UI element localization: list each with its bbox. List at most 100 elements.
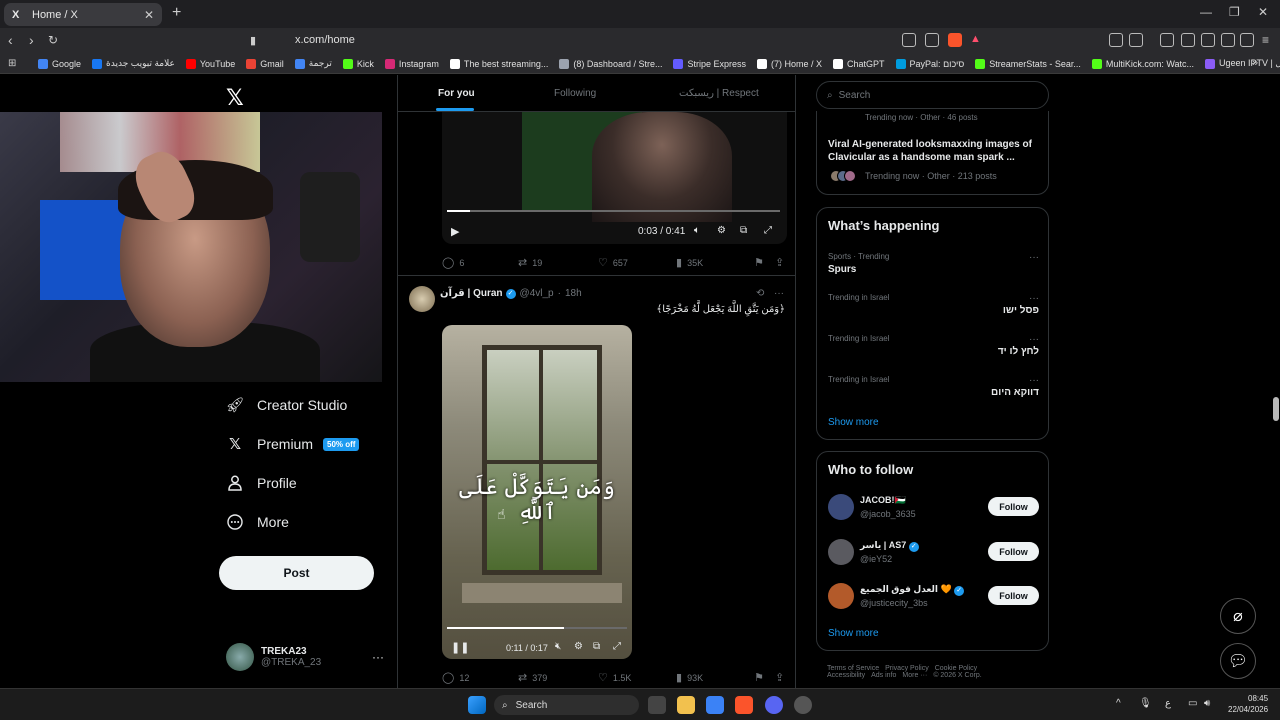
cast-icon[interactable] [902,33,916,47]
grok-icon[interactable]: ⟲ [756,288,764,299]
share-icon[interactable] [925,33,939,47]
brave-taskbar-icon[interactable] [735,696,753,714]
browser-tab-active[interactable]: X Home / X ✕ [4,3,162,26]
footer-link[interactable]: Terms of Service [827,665,879,672]
input-language[interactable]: ع [1165,698,1171,709]
bookmark-item[interactable]: The best streaming... [449,58,548,69]
suggestion-name[interactable]: JACOB!🇵🇸 [860,495,906,506]
bookmark-item[interactable]: YouTube [185,58,235,69]
bookmark-item[interactable]: Instagram [384,58,439,69]
fullscreen-icon[interactable]: ⤢ [613,641,621,652]
tab-following[interactable]: Following [554,88,596,99]
trend-item[interactable]: Sports · Trending Spurs ··· [828,252,1039,275]
bookmark-item[interactable]: StreamerStats - Sear... [975,58,1081,69]
footer-link[interactable]: Ads info [871,672,896,679]
follow-button[interactable]: Follow [988,586,1039,605]
sidebar-item-creator-studio[interactable]: 🚀︎ Creator Studio [225,396,347,414]
vpn-icon[interactable] [1240,33,1254,47]
leo-ai-icon[interactable] [1221,33,1235,47]
pip-icon[interactable]: ⧉ [593,641,600,652]
trend-more-icon[interactable]: ··· [1029,334,1039,345]
author-handle[interactable]: @4vl_p [520,288,554,299]
footer-link[interactable]: More ··· [902,672,927,679]
sidebar-item-premium[interactable]: 𝕏 Premium 50% off [226,435,360,453]
tweet2-video[interactable]: وَمَن يَتَوَكَّلْ عَلَى ٱللَّهِ ❚❚ 0:11 … [442,325,632,659]
trend-item[interactable]: Trending in Israel לחץ לו יד ··· [828,334,1039,357]
news-headline[interactable]: Viral AI-generated looksmaxxing images o… [828,138,1043,164]
tray-expand-icon[interactable]: ^ [1116,698,1121,709]
avatar[interactable] [828,583,854,609]
bookmark-item[interactable]: PayPal: סיכום [895,58,964,69]
sidebar-item-more[interactable]: More [226,513,289,531]
trend-more-icon[interactable]: ··· [1029,375,1039,386]
network-icon[interactable]: ▭ [1188,698,1197,709]
share-action[interactable]: ⇪ [775,256,789,269]
avatar[interactable] [409,286,435,312]
account-more-icon[interactable]: ··· [372,650,384,664]
suggestion-name[interactable]: العدل فوق الجميع 🧡 ✓ [860,584,968,596]
restore-icon[interactable]: ❐ [1229,5,1240,19]
forward-icon[interactable]: › [29,32,34,48]
reload-icon[interactable]: ↻ [48,33,58,47]
reply-action[interactable]: ◯ 6 [442,256,464,269]
minimize-icon[interactable]: — [1200,5,1212,19]
play-icon[interactable]: ▶ [451,225,459,238]
suggestion-name[interactable]: ياسر | AS7 ✓ [860,540,923,552]
trend-item[interactable]: Trending in Israel פסל ישו ··· [828,293,1039,316]
settings-taskbar-icon[interactable] [794,696,812,714]
wallet-icon[interactable] [1129,33,1143,47]
speaker-icon[interactable]: 🔊︎ [1204,698,1210,709]
brave-shields-icon[interactable] [948,33,962,47]
repost-action[interactable]: ⇄ 379 [518,671,547,684]
bookmark-item[interactable]: Gmail [246,58,284,69]
reply-action[interactable]: ◯ 12 [442,671,469,684]
clock[interactable]: 08:45 22/04/2026 [1228,693,1268,715]
new-tab-icon[interactable]: + [172,4,181,22]
bookmark-item[interactable]: Kick [342,58,374,69]
footer-link[interactable]: Privacy Policy [885,665,929,672]
file-explorer-icon[interactable] [677,696,695,714]
views-action[interactable]: ▮ 35K [676,256,703,269]
x-logo-icon[interactable]: 𝕏 [226,85,244,111]
avatar[interactable] [828,494,854,520]
news-card[interactable]: Trending now · Other · 46 posts Viral AI… [816,111,1049,195]
address-bar[interactable]: x.com/home [295,34,355,46]
show-more-trends-link[interactable]: Show more [828,417,879,428]
footer-link[interactable]: Cookie Policy [935,665,977,672]
store-icon[interactable] [706,696,724,714]
follow-button[interactable]: Follow [988,497,1039,516]
discord-icon[interactable] [765,696,783,714]
account-switcher[interactable]: TREKA23 @TREKA_23 [226,643,321,671]
sidebar-icon[interactable] [1181,33,1195,47]
brave-rewards-icon[interactable]: ▲ [970,33,984,47]
bookmark-item[interactable]: (8) Dashboard / Stre... [559,58,662,69]
microphone-icon[interactable]: 🎙︎ [1139,698,1152,709]
author-name[interactable]: قرآن | Quran [440,288,503,299]
settings-icon[interactable]: ⚙ [717,225,726,236]
close-window-icon[interactable]: ✕ [1258,5,1268,19]
post-button[interactable]: Post [219,556,374,590]
repost-action[interactable]: ⇄ 19 [518,256,542,269]
avatar[interactable] [828,539,854,565]
footer-link[interactable]: Accessibility [827,672,865,679]
video-progress-track[interactable] [447,210,780,212]
bookmark-item[interactable]: علامة تبويب جديدة [92,58,175,69]
search-input[interactable]: ⌕ Search [816,81,1049,109]
like-action[interactable]: ♡ 657 [598,256,628,269]
start-icon[interactable] [468,696,486,714]
apps-grid-icon[interactable]: ⊞ [8,58,16,69]
bookmark-item[interactable]: (7) Home / X [757,58,822,69]
volume-icon[interactable]: 🔈︎ [694,225,700,236]
bookmark-item[interactable]: Google [38,58,81,69]
tweet1-video[interactable]: ▶ 0:03 / 0:41 🔈︎ ⚙ ⧉ ⤢ [442,112,787,244]
bookmark-item[interactable]: ترجمة [294,58,332,69]
wallet-2-icon[interactable] [1201,33,1215,47]
tab-for-you[interactable]: For you [438,88,475,99]
bookmark-action[interactable]: ⚑ [754,671,769,684]
bookmark-item[interactable]: ChatGPT [833,58,885,69]
footer-link[interactable]: © 2026 X Corp. [933,672,981,679]
follow-suggestion[interactable]: العدل فوق الجميع 🧡 ✓ @justicecity_3bs Foll… [828,583,1039,611]
trend-more-icon[interactable]: ··· [1029,293,1039,304]
trend-more-icon[interactable]: ··· [1029,252,1039,263]
taskbar-search[interactable]: ⌕ Search [494,695,639,715]
